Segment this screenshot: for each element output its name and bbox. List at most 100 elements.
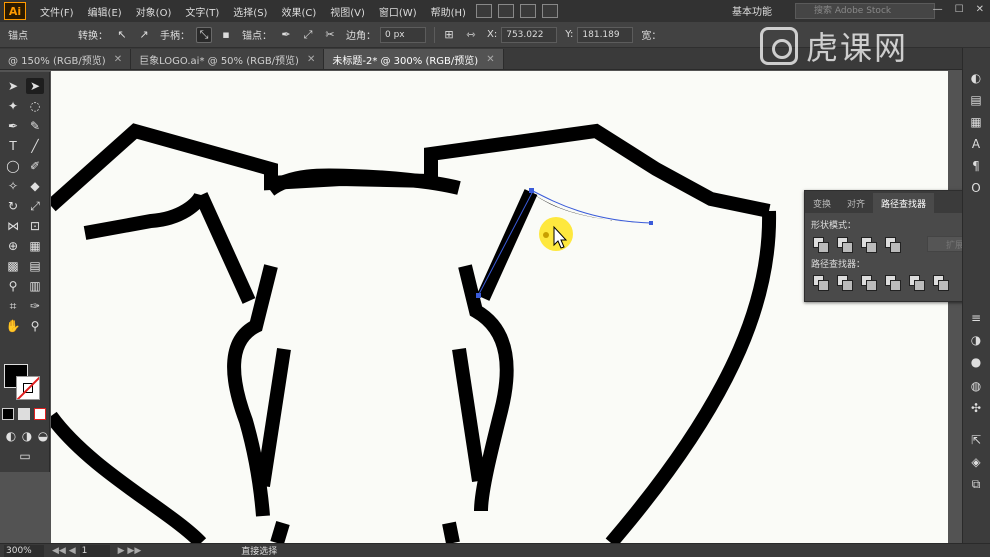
menu-help[interactable]: 帮助(H) — [431, 4, 466, 19]
artboard-number-input[interactable]: 1 — [79, 544, 110, 557]
perspective-grid-tool-icon[interactable]: ▦ — [26, 238, 44, 254]
outline-icon[interactable] — [909, 275, 925, 291]
character-icon[interactable]: A — [968, 136, 984, 152]
tab-transform[interactable]: 变换 — [805, 193, 839, 213]
close-tab-icon[interactable]: ✕ — [114, 54, 122, 65]
menu-select[interactable]: 选择(S) — [233, 4, 267, 19]
minus-front-icon[interactable] — [837, 237, 853, 253]
transform-icon[interactable]: ⇿ — [463, 27, 479, 43]
mesh-tool-icon[interactable]: ▩ — [4, 258, 22, 274]
tab-pathfinder[interactable]: 路径查找器 — [873, 193, 935, 213]
artboard-tool-icon[interactable]: ⌗ — [4, 298, 22, 314]
draw-inside-icon[interactable]: ◒ — [34, 428, 52, 444]
appearance-icon[interactable]: ● — [968, 354, 984, 370]
intersect-icon[interactable] — [861, 237, 877, 253]
next-artboard-icon[interactable]: ▶ ▶▶ — [118, 546, 142, 556]
artboard-canvas[interactable] — [51, 71, 948, 543]
arrange-documents-icon[interactable] — [519, 4, 536, 18]
menu-window[interactable]: 窗口(W) — [379, 4, 417, 19]
ellipse-tool-icon[interactable]: ◯ — [4, 158, 22, 174]
shape-builder-tool-icon[interactable]: ⊕ — [4, 238, 22, 254]
tab-document-3[interactable]: 未标题-2* @ 300% (RGB/预览) ✕ — [324, 49, 504, 69]
magic-wand-tool-icon[interactable]: ✦ — [4, 98, 22, 114]
free-transform-tool-icon[interactable]: ⊡ — [26, 218, 44, 234]
graphic-styles-icon[interactable]: ◍ — [968, 378, 984, 394]
menu-edit[interactable]: 编辑(E) — [88, 4, 122, 19]
slice-tool-icon[interactable]: ✑ — [26, 298, 44, 314]
paintbrush-tool-icon[interactable]: ✐ — [26, 158, 44, 174]
none-mode-icon[interactable] — [34, 408, 46, 420]
menu-effect[interactable]: 效果(C) — [281, 4, 316, 19]
cut-path-icon[interactable]: ✂ — [322, 27, 338, 43]
color-icon[interactable]: ◐ — [968, 70, 984, 86]
minimize-icon[interactable]: — — [933, 4, 943, 15]
export-icon[interactable]: ⇱ — [968, 432, 984, 448]
trim-icon[interactable] — [837, 275, 853, 291]
convert-smooth-icon[interactable]: ↗ — [136, 27, 152, 43]
menu-file[interactable]: 文件(F) — [40, 4, 74, 19]
divide-icon[interactable] — [813, 275, 829, 291]
send-icon[interactable] — [541, 4, 558, 18]
gradient-tool-icon[interactable]: ▤ — [26, 258, 44, 274]
artboards-icon[interactable]: ⧉ — [968, 476, 984, 492]
shaper-tool-icon[interactable]: ✧ — [4, 178, 22, 194]
prev-artboard-icon[interactable]: ◀◀ ◀ — [52, 546, 76, 556]
crop-icon[interactable] — [885, 275, 901, 291]
y-coordinate-input[interactable]: 181.189 — [577, 26, 634, 43]
unite-icon[interactable] — [813, 237, 829, 253]
close-tab-icon[interactable]: ✕ — [486, 54, 494, 65]
symbols-icon[interactable]: ✣ — [968, 400, 984, 416]
eyedropper-tool-icon[interactable]: ⚲ — [4, 278, 22, 294]
x-coordinate-input[interactable]: 753.022 — [501, 26, 558, 43]
properties-icon[interactable]: ▤ — [968, 92, 984, 108]
menu-object[interactable]: 对象(O) — [136, 4, 172, 19]
minus-back-icon[interactable] — [933, 275, 949, 291]
close-tab-icon[interactable]: ✕ — [307, 54, 315, 65]
close-icon[interactable]: ✕ — [976, 4, 984, 15]
eraser-tool-icon[interactable]: ◆ — [26, 178, 44, 194]
type-tool-icon[interactable]: T — [4, 138, 22, 154]
color-mode-icon[interactable] — [2, 408, 14, 420]
connect-anchor-icon[interactable]: ⤢ — [300, 27, 316, 43]
exclude-icon[interactable] — [885, 237, 901, 253]
transparency-icon[interactable]: ◑ — [968, 332, 984, 348]
align-icon[interactable]: ⊞ — [441, 27, 457, 43]
screen-mode-icon[interactable]: ▭ — [14, 448, 36, 464]
selection-tool-icon[interactable]: ➤ — [4, 78, 22, 94]
corner-input[interactable]: 0 px — [380, 26, 426, 43]
line-tool-icon[interactable]: ╱ — [26, 138, 44, 154]
remove-anchor-icon[interactable]: ✒ — [278, 27, 294, 43]
direct-selection-tool-icon[interactable]: ➤ — [26, 78, 44, 94]
stock-search-input[interactable]: 搜索 Adobe Stock — [795, 3, 935, 19]
lasso-tool-icon[interactable]: ◌ — [26, 98, 44, 114]
workspace-switcher[interactable]: 基本功能 — [732, 3, 772, 18]
curvature-tool-icon[interactable]: ✎ — [26, 118, 44, 134]
swatches-icon[interactable]: ▦ — [968, 114, 984, 130]
paragraph-icon[interactable]: ¶ — [968, 158, 984, 174]
opentype-icon[interactable]: O — [968, 180, 984, 196]
scale-tool-icon[interactable]: ⤢ — [26, 198, 44, 214]
width-tool-icon[interactable]: ⋈ — [4, 218, 22, 234]
merge-icon[interactable] — [861, 275, 877, 291]
hide-handles-icon[interactable]: ▪ — [218, 27, 234, 43]
show-handles-icon[interactable]: ⤡ — [196, 26, 212, 43]
stock-icon[interactable] — [497, 4, 514, 18]
menu-type[interactable]: 文字(T) — [185, 4, 219, 19]
tab-align[interactable]: 对齐 — [839, 193, 873, 213]
stroke-swatch[interactable] — [16, 376, 40, 400]
layers-icon[interactable]: ◈ — [968, 454, 984, 470]
menu-view[interactable]: 视图(V) — [330, 4, 365, 19]
pen-tool-icon[interactable]: ✒ — [4, 118, 22, 134]
graph-tool-icon[interactable]: ▥ — [26, 278, 44, 294]
bridge-icon[interactable] — [475, 4, 492, 18]
maximize-icon[interactable]: ☐ — [955, 4, 964, 15]
zoom-level-input[interactable]: 300% — [4, 544, 44, 557]
zoom-tool-icon[interactable]: ⚲ — [26, 318, 44, 334]
tab-document-1[interactable]: @ 150% (RGB/预览) ✕ — [0, 49, 132, 69]
hand-tool-icon[interactable]: ✋ — [4, 318, 22, 334]
rotate-tool-icon[interactable]: ↻ — [4, 198, 22, 214]
convert-corner-icon[interactable]: ↖ — [114, 27, 130, 43]
stroke-icon[interactable]: ≡ — [968, 310, 984, 326]
tab-document-2[interactable]: 巨象LOGO.ai* @ 50% (RGB/预览) ✕ — [131, 49, 325, 69]
gradient-mode-icon[interactable] — [18, 408, 30, 420]
